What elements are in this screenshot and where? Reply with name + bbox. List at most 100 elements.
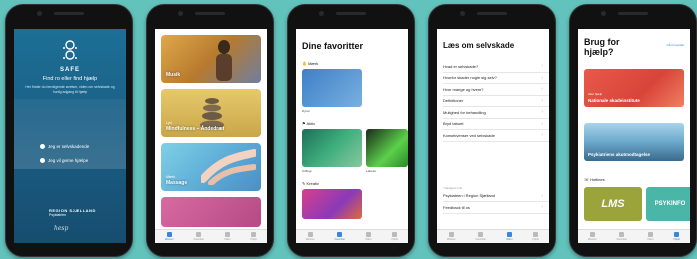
tab-exercises[interactable]: Øvelser xyxy=(165,232,174,241)
tab-knowledge[interactable]: Viden xyxy=(365,232,371,241)
list-item[interactable]: Hvorfor skader nogle sig selv? › xyxy=(443,73,549,84)
list-item[interactable]: Psykiatrien i Region Sjælland › xyxy=(443,191,549,202)
hotline-psykinfo[interactable]: PSYKINFO xyxy=(646,187,690,221)
list-item[interactable]: Mulighed for behandling › xyxy=(443,107,549,119)
tagline: Find ro eller find hjælp xyxy=(42,76,98,82)
tab-bar: Øvelser Favoritter Viden Hjælp xyxy=(578,229,690,243)
hotline-lms[interactable]: LMS xyxy=(584,187,642,221)
signature: hesp xyxy=(54,225,69,232)
heart-icon xyxy=(619,232,625,237)
tab-favorites[interactable]: Favoritter xyxy=(194,232,204,241)
list-item[interactable]: Feedback til os › xyxy=(443,202,549,214)
chevron-right-icon: › xyxy=(541,97,543,104)
chevron-right-icon: › xyxy=(541,74,543,81)
person-icon xyxy=(40,143,45,149)
card-national-institute[interactable]: Akut hjælp Nationale skadeinstitute xyxy=(584,69,684,107)
phone-exercises: Musik Lyd Mindfulness – Åndedræt Mærk Ma… xyxy=(146,4,274,257)
tile-creative[interactable] xyxy=(161,197,261,227)
section-hotlines: ☏ Hotlines xyxy=(584,177,605,182)
safe-logo-icon xyxy=(63,40,77,60)
book-icon xyxy=(647,232,653,237)
tab-bar: Øvelser Favoritter Viden Hjælp xyxy=(296,229,408,243)
fav-item-run[interactable] xyxy=(366,129,408,167)
help-icon xyxy=(392,232,398,237)
hands-icon xyxy=(201,149,256,185)
help-others-button[interactable]: Jeg vil gerne hjælpe xyxy=(30,155,110,165)
phone-knowledge: Læs om selvskade Hvad er selvskade? › Hvo… xyxy=(428,4,556,257)
list-item[interactable]: Bryd tabuet › xyxy=(443,119,549,130)
list-item[interactable]: Hvad er selvskade? › xyxy=(443,61,549,73)
exercise-icon xyxy=(589,232,595,237)
heart-icon xyxy=(478,232,484,237)
phone-help: Brug for hjælp? Gå til kontakt Akut hjæl… xyxy=(569,4,697,257)
tab-bar: Øvelser Favoritter Viden Hjælp xyxy=(437,229,549,243)
list-item[interactable]: Hvor mange og hvem? › xyxy=(443,84,549,96)
tab-knowledge[interactable]: Viden xyxy=(506,232,512,241)
chevron-right-icon: › xyxy=(541,120,543,127)
people-icon xyxy=(40,157,45,163)
tile-mindfulness[interactable]: Lyd Mindfulness – Åndedræt xyxy=(161,89,261,137)
phone-favorites: Dine favoritter ✋ Mærk Dyner ⚑ Aktiv Udf… xyxy=(287,4,415,257)
person-figure-icon xyxy=(216,40,232,81)
tab-favorites[interactable]: Favoritter xyxy=(335,232,345,241)
knowledge-screen: Læs om selvskade Hvad er selvskade? › Hvo… xyxy=(437,29,549,243)
app-name: SAFE xyxy=(59,67,80,73)
tab-favorites[interactable]: Favoritter xyxy=(617,232,627,241)
contact-link[interactable]: Gå til kontakt xyxy=(666,43,684,47)
fav-caption: Udflugt xyxy=(302,169,312,173)
page-title: Dine favoritter xyxy=(302,41,364,51)
fav-item-creative[interactable] xyxy=(302,189,362,219)
section-header: Yderligere info xyxy=(443,185,463,190)
tab-exercises[interactable]: Øvelser xyxy=(447,232,456,241)
section-creative: ✎ Kreativ xyxy=(302,181,319,186)
exercise-icon xyxy=(448,232,454,237)
tab-favorites[interactable]: Favoritter xyxy=(476,232,486,241)
book-icon xyxy=(365,232,371,237)
card-emergency-psychiatry[interactable]: Psykiatriens akutmodtagelse xyxy=(584,123,684,161)
section-active: ⚑ Aktiv xyxy=(302,121,316,126)
tab-help[interactable]: Hjælp xyxy=(250,232,257,241)
list-item[interactable]: Konsekvenser ved selvskade › xyxy=(443,130,549,142)
fav-caption: Løbetur xyxy=(366,169,377,173)
help-screen: Brug for hjælp? Gå til kontakt Akut hjæl… xyxy=(578,29,690,243)
tile-massage[interactable]: Mærk Massage xyxy=(161,143,261,191)
section-feel: ✋ Mærk xyxy=(302,61,319,66)
chevron-right-icon: › xyxy=(541,204,543,211)
splash-screen: SAFE Find ro eller find hjælp Her finder… xyxy=(14,29,126,243)
help-icon xyxy=(251,232,257,237)
fav-item-blanket[interactable] xyxy=(302,69,362,107)
chevron-right-icon: › xyxy=(541,132,543,139)
phone-splash: SAFE Find ro eller find hjælp Her finder… xyxy=(5,4,133,257)
tab-bar: Øvelser Favoritter Viden Hjælp xyxy=(155,229,267,243)
region-logo: REGION SJÆLLAND Psykiatrien xyxy=(49,208,96,218)
fav-item-trip[interactable] xyxy=(302,129,362,167)
help-icon xyxy=(674,232,680,237)
exercise-icon xyxy=(166,232,172,237)
tab-help[interactable]: Hjælp xyxy=(673,232,680,241)
list-item[interactable]: Definitioner › xyxy=(443,96,549,107)
heart-icon xyxy=(196,232,202,237)
book-icon xyxy=(224,232,230,237)
heart-icon xyxy=(337,232,343,237)
tab-help[interactable]: Hjælp xyxy=(391,232,398,241)
tab-exercises[interactable]: Øvelser xyxy=(588,232,597,241)
tab-knowledge[interactable]: Viden xyxy=(647,232,653,241)
chevron-right-icon: › xyxy=(541,192,543,199)
fav-caption: Dyner xyxy=(302,109,311,113)
tab-help[interactable]: Hjælp xyxy=(532,232,539,241)
exercise-icon xyxy=(307,232,313,237)
exercises-screen: Musik Lyd Mindfulness – Åndedræt Mærk Ma… xyxy=(155,29,267,243)
page-title: Læs om selvskade xyxy=(443,41,515,50)
description: Her finder du beroligende øvelser, viden… xyxy=(25,85,115,94)
tab-exercises[interactable]: Øvelser xyxy=(306,232,315,241)
article-list: Hvad er selvskade? › Hvorfor skader nogle… xyxy=(437,61,549,214)
favorites-screen: Dine favoritter ✋ Mærk Dyner ⚑ Aktiv Udf… xyxy=(296,29,408,243)
help-icon xyxy=(533,232,539,237)
tab-knowledge[interactable]: Viden xyxy=(224,232,230,241)
chevron-right-icon: › xyxy=(541,63,543,70)
book-icon xyxy=(506,232,512,237)
chevron-right-icon: › xyxy=(541,109,543,116)
chevron-right-icon: › xyxy=(541,86,543,93)
self-harm-button[interactable]: Jeg er selvskadende xyxy=(30,141,110,151)
tile-music[interactable]: Musik xyxy=(161,35,261,83)
